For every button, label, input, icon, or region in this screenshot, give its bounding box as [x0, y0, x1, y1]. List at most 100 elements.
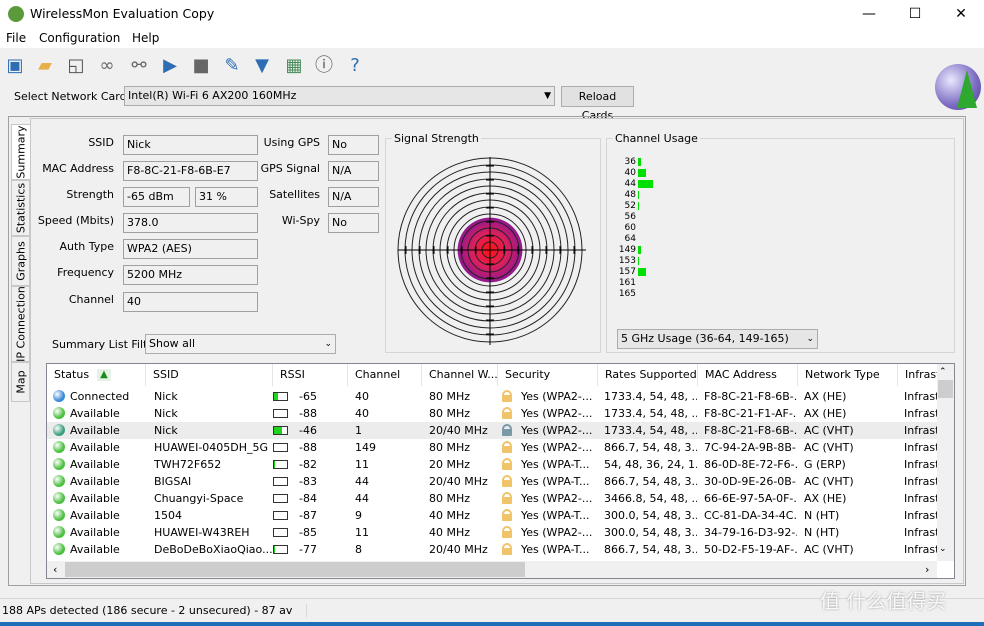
- table-row[interactable]: Available HUAWEI-0405DH_5G -88 149 80 MHz Yes…: [47, 439, 938, 456]
- status-dot-icon: [53, 526, 65, 538]
- window-title: WirelessMon Evaluation Copy: [30, 6, 215, 21]
- table-row[interactable]: Available TWH72F652 -82 11 20 MHz Yes (WPA-T.…: [47, 456, 938, 473]
- gps-field: No: [328, 135, 379, 155]
- cell-channel-width: 20 MHz: [429, 458, 471, 471]
- cell-infrastructure: Infrastr: [904, 407, 938, 420]
- save-icon[interactable]: ▣: [3, 54, 27, 78]
- channel-usage-row: 157: [607, 267, 807, 278]
- cell-ssid: BIGSAI: [154, 475, 192, 488]
- cell-infrastructure: Infrastr: [904, 424, 938, 437]
- column-header-channel[interactable]: Channel: [348, 364, 422, 386]
- channel-band-select[interactable]: 5 GHz Usage (36-64, 149-165) ⌄: [617, 329, 818, 349]
- cell-rssi: -82: [299, 458, 317, 471]
- cell-ssid: Nick: [154, 407, 178, 420]
- table-row[interactable]: Connected Nick -65 40 80 MHz Yes (WPA2-... 173…: [47, 388, 938, 405]
- cell-channel: 44: [355, 492, 369, 505]
- summary-filter-select[interactable]: Show all ⌄: [145, 334, 336, 354]
- channel-usage-row: 40: [607, 168, 807, 179]
- scroll-down-icon[interactable]: ⌄: [939, 544, 947, 554]
- table-row[interactable]: Available DeBoDeBoXiaoQiao... -77 8 20/40 MH…: [47, 541, 938, 558]
- lock-icon: [502, 492, 512, 504]
- antenna-icon[interactable]: ▼: [250, 54, 274, 78]
- vertical-scroll-thumb[interactable]: [938, 380, 953, 398]
- reload-cards-button[interactable]: Reload Cards: [561, 86, 634, 122]
- cell-security: Yes (WPA-T...: [521, 475, 590, 488]
- network-card-label: Select Network Card: [14, 90, 127, 103]
- status-text: 188 APs detected (186 secure - 2 unsecur…: [2, 604, 307, 617]
- menu-file[interactable]: File: [6, 31, 26, 45]
- cell-network-type: AC (VHT): [804, 441, 854, 454]
- open-folder-icon[interactable]: ▰: [33, 54, 57, 78]
- maximize-button[interactable]: ☐: [892, 0, 938, 28]
- cell-rssi: -65: [299, 390, 317, 403]
- cell-security: Yes (WPA2-...: [521, 407, 593, 420]
- alert-icon[interactable]: ⓘ: [312, 54, 336, 78]
- cell-status: Available: [70, 492, 120, 505]
- play-icon[interactable]: ▶: [158, 54, 182, 78]
- strength-dbm-field: -65 dBm: [123, 187, 190, 207]
- column-header-security[interactable]: Security: [498, 364, 598, 386]
- table-row[interactable]: Available Nick -88 40 80 MHz Yes (WPA2-... 173…: [47, 405, 938, 422]
- table-row[interactable]: Available 1504 -87 9 40 MHz Yes (WPA-T... 300.…: [47, 507, 938, 524]
- horizontal-scroll-thumb[interactable]: [65, 562, 525, 577]
- network-card-select[interactable]: Intel(R) Wi-Fi 6 AX200 160MHz ▼: [124, 86, 555, 106]
- status-dot-icon: [53, 509, 65, 521]
- lock-icon: [502, 526, 512, 538]
- column-header-ssid[interactable]: SSID: [146, 364, 273, 386]
- cell-channel: 1: [355, 424, 362, 437]
- table-row[interactable]: Available BIGSAI -83 44 20/40 MHz Yes (WPA-T.…: [47, 473, 938, 490]
- table-row[interactable]: Available Chuangyi-Space -84 44 80 MHz Yes (W…: [47, 490, 938, 507]
- vertical-scrollbar[interactable]: ⌃ ⌄: [937, 364, 954, 561]
- disconnect-link-icon[interactable]: ⚯: [127, 54, 151, 78]
- channel-usage-row: 60: [607, 223, 807, 234]
- help-globe-icon[interactable]: ?: [343, 54, 367, 78]
- cell-channel-width: 20/40 MHz: [429, 475, 488, 488]
- column-header-network-type[interactable]: Network Type: [798, 364, 898, 386]
- scroll-left-icon[interactable]: ‹: [53, 563, 57, 576]
- sort-ascending-icon[interactable]: ▲: [97, 369, 111, 381]
- table-row[interactable]: Available HUAWEI-W43REH -85 11 40 MHz Yes (WP…: [47, 524, 938, 541]
- map-icon[interactable]: ▦: [282, 54, 306, 78]
- stop-icon[interactable]: ■: [189, 54, 213, 78]
- speed-label: Speed (Mbits): [37, 214, 114, 227]
- channel-label: 48: [624, 190, 636, 200]
- column-header-channel-w[interactable]: Channel W...: [422, 364, 498, 386]
- cell-rssi: -84: [299, 492, 317, 505]
- export-icon[interactable]: ◱: [64, 54, 88, 78]
- scroll-right-icon[interactable]: ›: [925, 563, 929, 576]
- chevron-down-icon: ⌄: [806, 334, 814, 344]
- scroll-up-icon[interactable]: ⌃: [939, 367, 947, 377]
- table-row[interactable]: Available Nick -46 1 20/40 MHz Yes (WPA2-... 1…: [47, 422, 938, 439]
- cell-rates: 866.7, 54, 48, 3...: [604, 543, 697, 556]
- frequency-field: 5200 MHz: [123, 265, 258, 285]
- cell-channel-width: 80 MHz: [429, 390, 471, 403]
- close-button[interactable]: ✕: [938, 0, 984, 28]
- cell-rssi: -85: [299, 526, 317, 539]
- cell-status: Available: [70, 526, 120, 539]
- cell-network-type: N (HT): [804, 526, 840, 539]
- column-header-mac-address[interactable]: MAC Address: [698, 364, 798, 386]
- menu-bar: File Configuration Help: [0, 28, 984, 48]
- gps-label: Using GPS: [263, 136, 320, 149]
- clipboard-edit-icon[interactable]: ✎: [220, 54, 244, 78]
- ap-list-table: Status SSID RSSI Channel Channel W... Securit…: [46, 363, 955, 579]
- menu-help[interactable]: Help: [132, 31, 159, 45]
- horizontal-scrollbar[interactable]: ‹ ›: [47, 561, 937, 578]
- cell-network-type: AC (VHT): [804, 475, 854, 488]
- lock-icon: [502, 441, 512, 453]
- lock-icon: [502, 509, 512, 521]
- taskbar-strip: [0, 622, 984, 626]
- column-header-infrastr[interactable]: Infrastr: [898, 364, 938, 386]
- channel-usage-row: 56: [607, 212, 807, 223]
- cell-mac: 34-79-16-D3-92-...: [704, 526, 797, 539]
- column-header-rates-supported[interactable]: Rates Supported: [598, 364, 698, 386]
- cell-channel-width: 80 MHz: [429, 492, 471, 505]
- minimize-button[interactable]: —: [846, 0, 892, 28]
- cell-rssi: -88: [299, 407, 317, 420]
- connect-link-icon[interactable]: ∞: [95, 54, 119, 78]
- tab-map[interactable]: Map: [11, 362, 30, 402]
- menu-configuration[interactable]: Configuration: [39, 31, 120, 45]
- channel-usage-bar: [638, 257, 639, 265]
- column-header-rssi[interactable]: RSSI: [273, 364, 348, 386]
- cell-infrastructure: Infrastr: [904, 458, 938, 471]
